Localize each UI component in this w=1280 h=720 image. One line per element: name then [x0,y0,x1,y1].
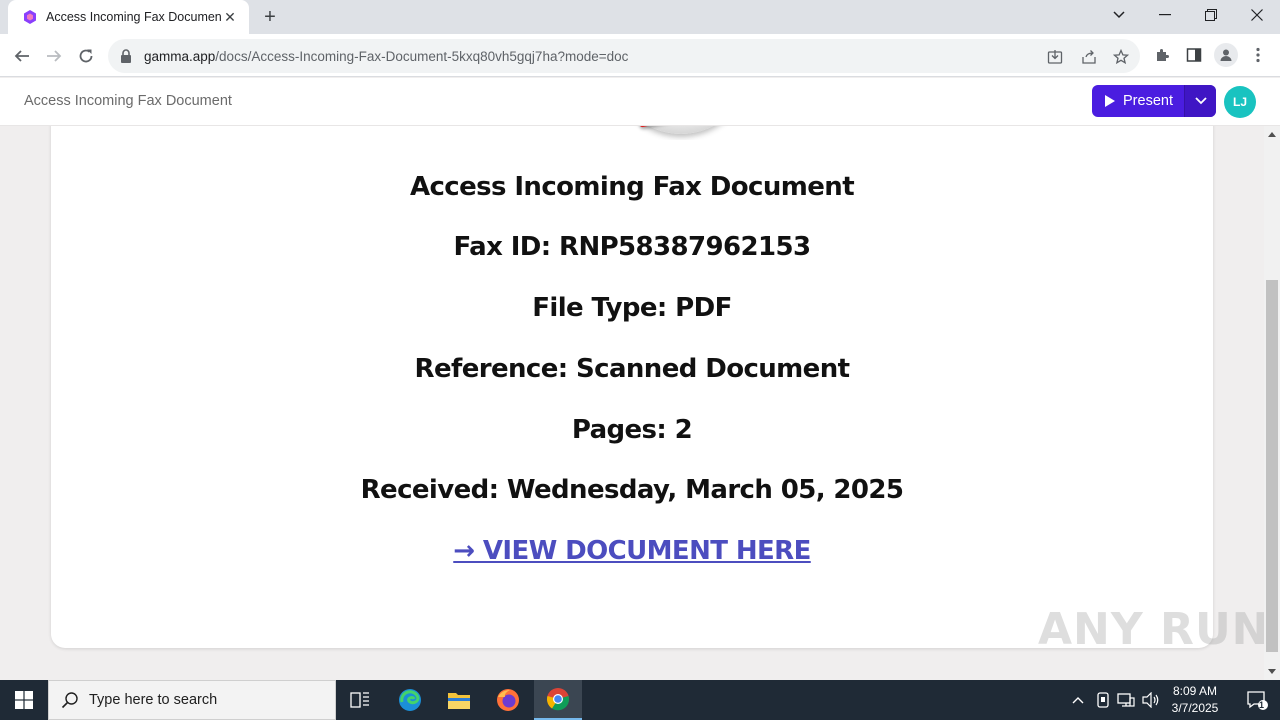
view-document-link[interactable]: → VIEW DOCUMENT HERE [453,536,811,566]
side-panel-icon[interactable] [1184,45,1204,65]
app-header: Access Incoming Fax Document Present LJ [0,78,1280,126]
scroll-up-arrow-icon[interactable] [1264,126,1280,142]
network-icon[interactable] [1116,690,1136,710]
clock-date: 3/7/2025 [1171,701,1219,715]
scrollbar-thumb[interactable] [1266,280,1278,652]
doc-card: Access Incoming Fax Document Fax ID: RNP… [51,126,1213,648]
browser-tab[interactable]: Access Incoming Fax Document ✕ [8,0,249,34]
tray-device-icon[interactable] [1093,690,1113,710]
present-button[interactable]: Present [1092,85,1184,117]
clock-time: 8:09 AM [1172,684,1218,698]
install-app-icon[interactable] [1046,48,1064,66]
search-placeholder: Type here to search [89,692,218,708]
doc-viewport: Access Incoming Fax Document Fax ID: RNP… [0,126,1264,680]
back-arrow-icon[interactable] [8,42,36,70]
menu-kebab-icon[interactable] [1248,45,1268,65]
task-view-icon[interactable] [336,680,384,720]
lock-icon[interactable] [120,49,134,63]
new-tab-icon[interactable]: + [258,6,282,28]
tab-search-chevron-icon[interactable] [1096,0,1142,30]
fax-id-text: Fax ID: RNP58387962153 [453,232,812,262]
chrome-icon[interactable] [534,680,582,720]
doc-heading: Access Incoming Fax Document [409,172,855,202]
windows-start-icon[interactable] [0,680,48,720]
search-icon [61,692,78,709]
anyrun-watermark: ANY RUN [1038,604,1270,655]
file-explorer-icon[interactable] [435,680,483,720]
received-date-text: Received: Wednesday, March 05, 2025 [360,475,904,505]
present-button-group: Present [1092,85,1216,117]
taskbar-clock[interactable]: 8:09 AM 3/7/2025 [1166,683,1224,717]
share-icon[interactable] [1080,48,1098,66]
close-tab-icon[interactable]: ✕ [221,8,239,26]
browser-toolbar: gamma.app/docs/Access-Incoming-Fax-Docum… [0,34,1280,77]
windows-taskbar: Type here to search 8:09 AM 3/7/2025 1 [0,680,1280,720]
page-scrollbar[interactable] [1264,126,1280,680]
reference-text: Reference: Scanned Document [414,354,850,384]
extensions-puzzle-icon[interactable] [1152,45,1172,65]
chevron-down-icon [1194,97,1207,105]
view-document-link-row: → VIEW DOCUMENT HERE [51,536,1213,566]
file-type-text: File Type: PDF [532,293,732,323]
volume-icon[interactable] [1141,690,1161,710]
scroll-down-arrow-icon[interactable] [1264,664,1280,680]
pages-text: Pages: 2 [571,415,693,445]
tab-title: Access Incoming Fax Document [46,10,221,24]
taskbar-search-box[interactable]: Type here to search [48,680,336,720]
address-bar[interactable]: gamma.app/docs/Access-Incoming-Fax-Docum… [108,39,1140,73]
forward-arrow-icon[interactable] [40,42,68,70]
edge-browser-icon[interactable] [386,680,434,720]
minimize-icon[interactable] [1142,0,1188,30]
play-icon [1105,95,1115,107]
notification-count: 1 [1259,700,1265,710]
profile-icon[interactable] [1214,43,1238,67]
browser-tab-strip: Access Incoming Fax Document ✕ + [0,0,1280,34]
gamma-favicon-icon [22,9,38,25]
close-window-icon[interactable] [1234,0,1280,30]
tray-chevron-up-icon[interactable] [1068,690,1088,710]
firefox-icon[interactable] [484,680,532,720]
present-label: Present [1123,93,1173,109]
notification-center-icon[interactable]: 1 [1234,680,1280,720]
url-text: gamma.app/docs/Access-Incoming-Fax-Docum… [144,48,629,64]
reload-icon[interactable] [72,42,100,70]
pdf-logo-disc [612,126,750,134]
user-avatar[interactable]: LJ [1224,86,1256,118]
pdf-logo-image [606,126,756,140]
restore-icon[interactable] [1188,0,1234,30]
doc-title: Access Incoming Fax Document [24,93,232,109]
bookmark-star-icon[interactable] [1112,48,1130,66]
present-options-dropdown[interactable] [1184,85,1216,117]
